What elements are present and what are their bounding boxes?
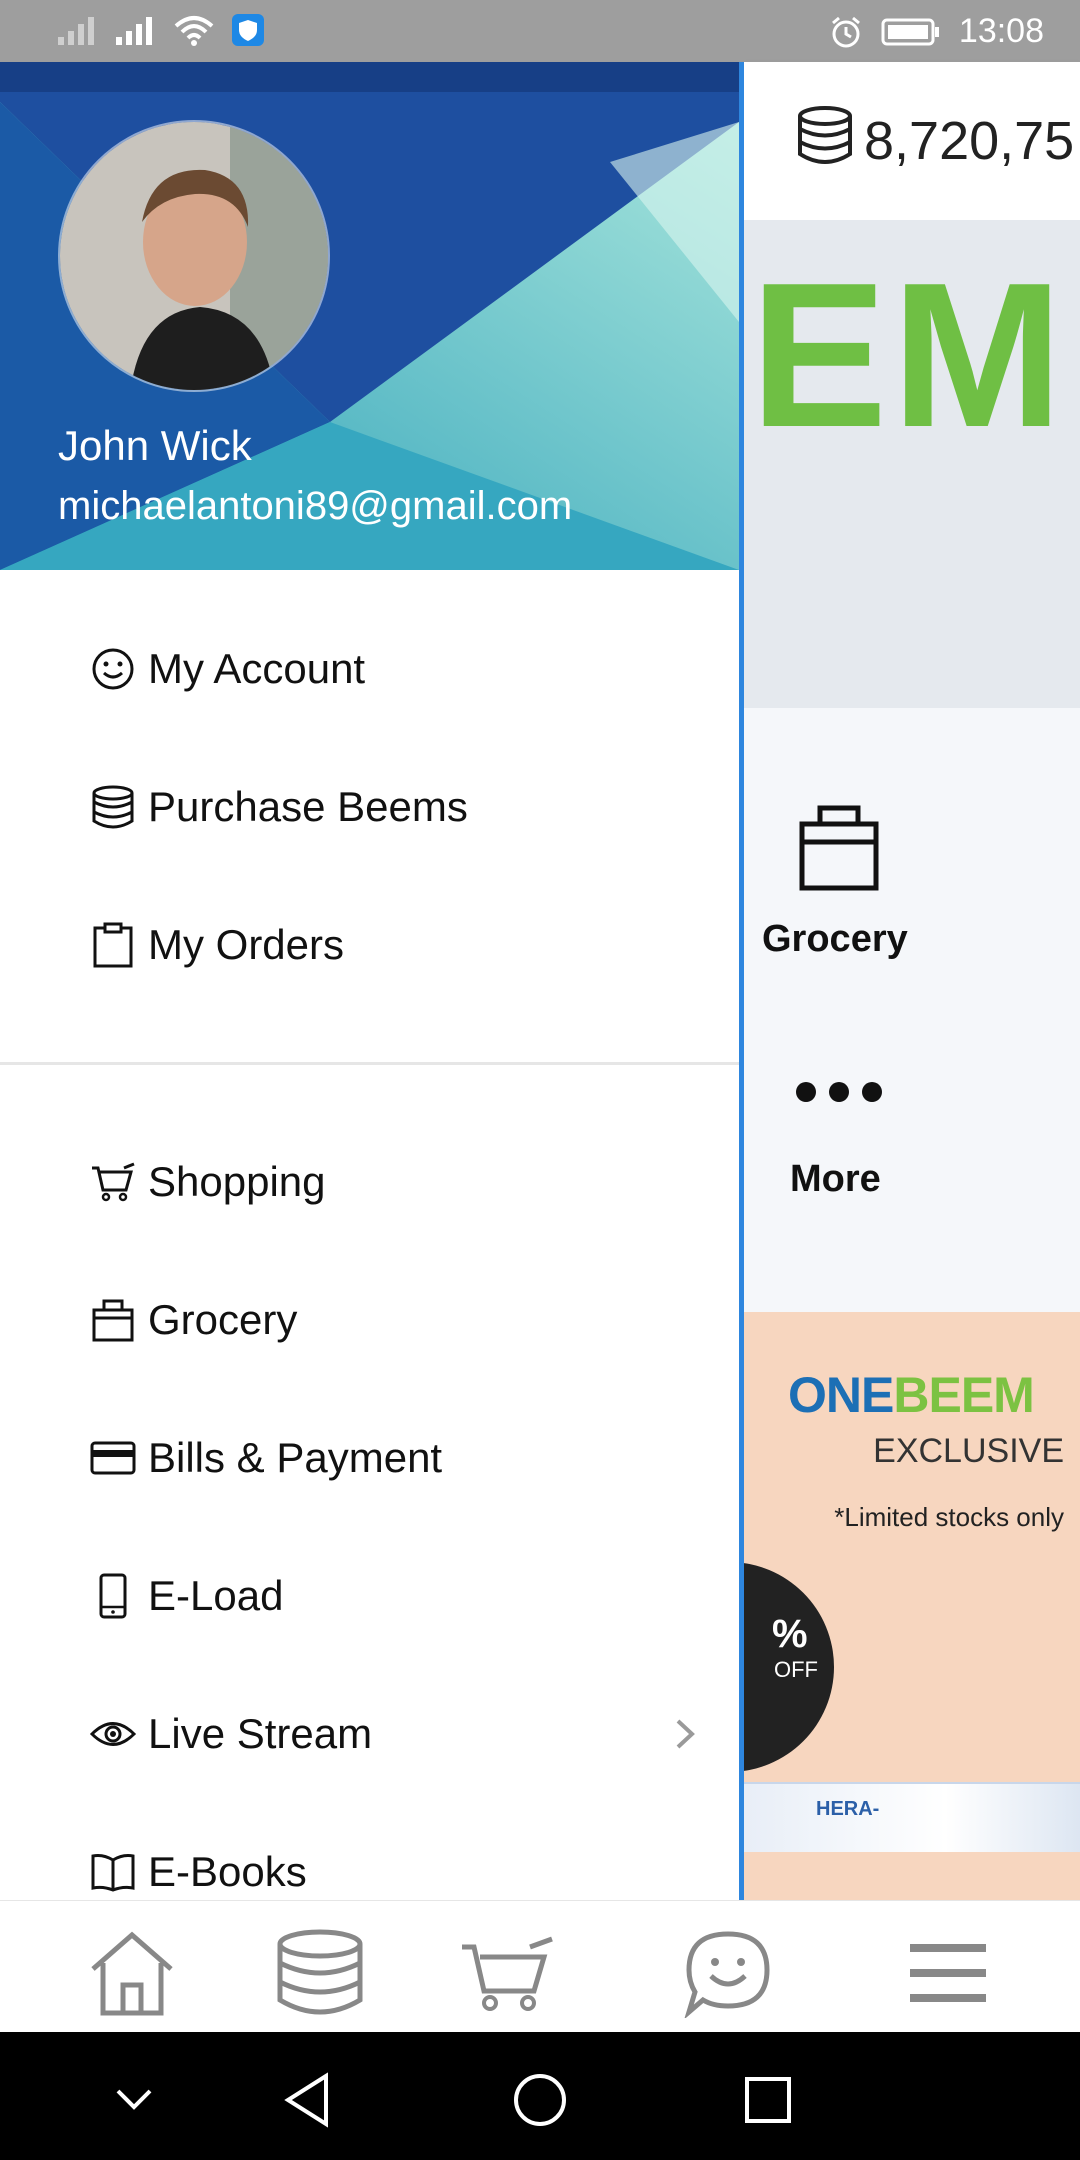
nav-home[interactable] [82,1923,182,2023]
coins-icon [277,1929,363,2015]
home-button[interactable] [508,2068,572,2132]
promo-banner[interactable]: ONEBEEM EXCLUSIVE *Limited stocks only %… [744,1312,1080,1900]
back-button[interactable] [276,2068,340,2132]
menu-item-e-load[interactable]: E-Load [88,1556,283,1636]
shopping-bag-icon [799,805,879,891]
menu-label-e-books: E-Books [148,1848,307,1895]
status-time: 13:08 [958,12,1044,50]
product-label: HERA- [816,1798,880,1820]
more-dots-icon [796,1082,882,1102]
book-icon [88,1847,138,1897]
nav-beems[interactable] [270,1923,370,2023]
wifi-icon [174,16,214,46]
user-email: michaelantoni89@gmail.com [58,484,573,528]
back-triangle-icon [284,2072,328,2128]
hamburger-menu-icon [910,1944,986,2002]
home-screen-background: 8,720,75 EM Grocery More ONEBEEM EXCLUSI… [744,62,1080,1900]
navigation-drawer: John Wick michaelantoni89@gmail.com My A… [0,62,744,1900]
balance-value: 8,720,75 [864,111,1075,171]
menu-item-grocery[interactable]: Grocery [88,1280,297,1360]
discount-off: OFF [774,1657,818,1682]
recents-button[interactable] [736,2068,800,2132]
promo-exclusive: EXCLUSIVE [873,1432,1064,1470]
chat-smiley-icon [684,1931,770,2018]
status-bar: 13:08 [0,0,1080,62]
coins-icon [798,106,852,164]
menu-label-purchase-beems: Purchase Beems [148,783,468,830]
status-icons-right: 13:08 [829,12,1044,51]
menu-label-shopping: Shopping [148,1158,326,1205]
drawer-header: John Wick michaelantoni89@gmail.com [0,62,739,570]
avatar-image [60,122,328,390]
system-navigation-bar [0,2032,1080,2160]
user-avatar[interactable] [58,120,330,392]
cart-icon [462,1936,553,2011]
credit-card-icon [88,1433,138,1483]
promo-brand-part-one: ONE [788,1367,894,1423]
coins-icon [88,782,138,832]
nav-chat[interactable] [678,1923,778,2023]
status-icons-left [58,14,264,46]
promo-brand: ONEBEEM [788,1366,1035,1424]
shield-icon [232,14,264,46]
promo-brand-part-two: BEEM [893,1367,1034,1423]
menu-label-bills-payment: Bills & Payment [148,1434,443,1481]
battery-icon [881,18,939,45]
eye-icon [88,1709,138,1759]
signal-icon [58,17,94,45]
home-icon [91,1931,173,2016]
menu-item-shopping[interactable]: Shopping [88,1142,326,1222]
nav-menu[interactable] [898,1923,998,2023]
phone-icon [88,1571,138,1621]
menu-label-my-account: My Account [148,645,366,692]
promo-limited-stock: *Limited stocks only [834,1502,1064,1532]
category-more-label: More [790,1158,881,1200]
chevron-right-icon[interactable] [672,1717,698,1751]
recents-square-icon [745,2077,791,2123]
balance-bar[interactable]: 8,720,75 [744,62,1080,220]
shopping-bag-icon [88,1295,138,1345]
cart-icon [88,1157,138,1207]
home-circle-icon [514,2074,566,2126]
menu-label-e-load: E-Load [148,1572,284,1619]
menu-item-live-stream[interactable]: Live Stream [88,1694,372,1774]
nav-cart[interactable] [458,1923,558,2023]
bottom-navigation [0,1900,1080,2032]
user-name: John Wick [58,422,252,469]
menu-item-my-orders[interactable]: My Orders [88,905,344,985]
chevron-down-icon [116,2089,152,2110]
menu-label-my-orders: My Orders [148,921,345,968]
discount-percent: % [772,1612,808,1656]
menu-item-my-account[interactable]: My Account [88,629,365,709]
signal-icon-2 [116,17,152,45]
menu-label-grocery: Grocery [148,1296,298,1343]
menu-item-bills-payment[interactable]: Bills & Payment [88,1418,442,1498]
product-image [744,1782,1080,1852]
category-panel [744,708,1080,1312]
menu-item-e-books[interactable]: E-Books [88,1832,307,1900]
alarm-icon [831,16,860,47]
menu-item-purchase-beems[interactable]: Purchase Beems [88,767,468,847]
menu-divider [0,1062,739,1065]
clipboard-icon [88,920,138,970]
brand-logo-text: EM [750,240,1067,470]
hide-keyboard-button[interactable] [102,2068,166,2132]
category-grocery-label: Grocery [762,918,908,960]
smiley-icon [88,644,138,694]
menu-label-live-stream: Live Stream [148,1710,373,1757]
